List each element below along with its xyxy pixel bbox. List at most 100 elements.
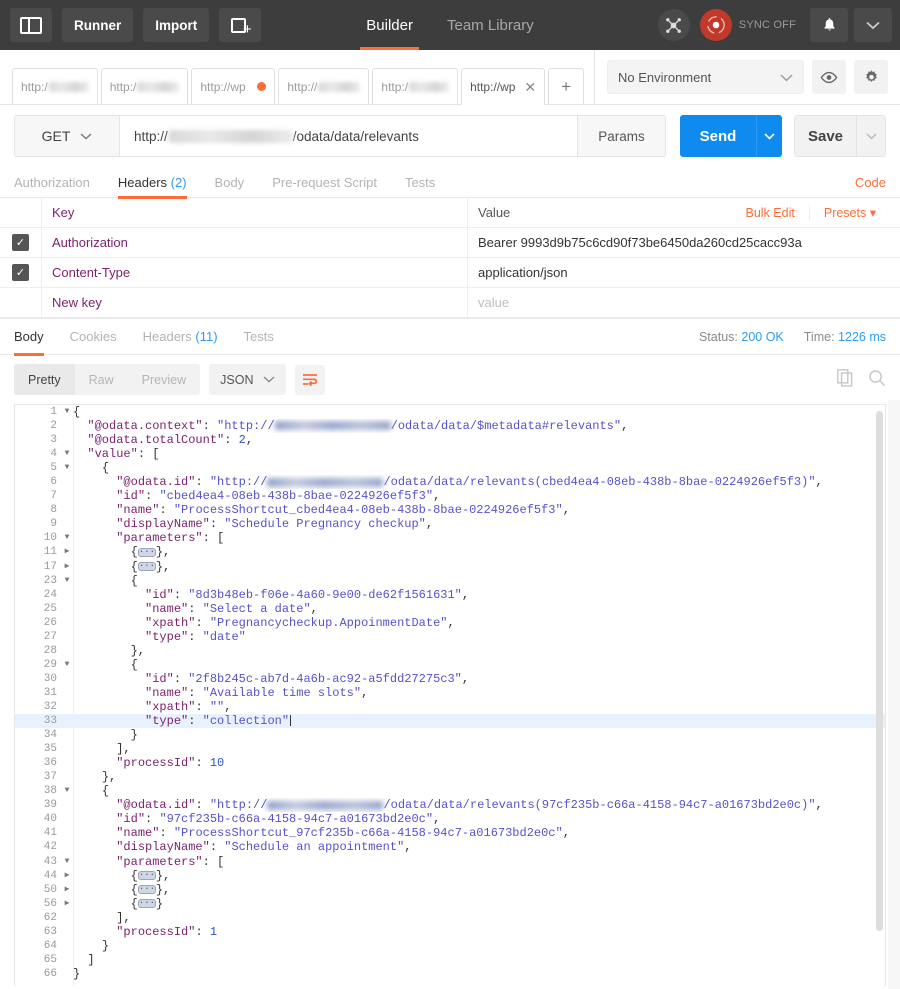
send-options-button[interactable] [756, 115, 782, 157]
code-line[interactable]: 2 "@odata.context": "http:// /odata/data/… [15, 419, 885, 433]
code-line[interactable]: 1 ▼{ [15, 405, 885, 419]
code-link[interactable]: Code [855, 175, 886, 190]
code-lines[interactable]: 1 ▼{2 "@odata.context": "http:///odata/da… [15, 405, 885, 981]
request-tab[interactable]: http://wp [191, 68, 276, 104]
header-value[interactable]: application/json [468, 258, 900, 287]
new-request-button[interactable]: + [219, 8, 262, 42]
view-mode-pretty[interactable]: Pretty [14, 364, 75, 395]
tab-authorization[interactable]: Authorization [14, 167, 90, 198]
request-tab[interactable]: http:/ [12, 68, 98, 104]
code-line[interactable]: 39 "@odata.id": "http:// /odata/data/rele… [15, 798, 885, 812]
request-tab[interactable]: http:/ [100, 68, 189, 104]
response-body-code-viewer[interactable]: 1 ▼{2 "@odata.context": "http:///odata/da… [14, 404, 886, 986]
code-line[interactable]: 56 ▶ {···} [15, 897, 885, 911]
fold-collapse-icon[interactable]: ▼ [61, 784, 73, 798]
fold-expand-icon[interactable]: ▶ [61, 560, 73, 574]
code-line[interactable]: 3 "@odata.totalCount": 2, [15, 433, 885, 447]
response-format-select[interactable]: JSON [209, 364, 287, 395]
row-checkbox[interactable]: ✓ [12, 234, 29, 251]
code-line[interactable]: 29 ▼ { [15, 658, 885, 672]
code-line[interactable]: 8 "name": "ProcessShortcut_cbed4ea4-08eb… [15, 503, 885, 517]
new-header-value-input[interactable]: value [468, 288, 900, 317]
code-line[interactable]: 7 "id": "cbed4ea4-08eb-438b-8bae-0224926… [15, 489, 885, 503]
save-button[interactable]: Save [794, 115, 856, 157]
request-tab[interactable]: http:// [278, 68, 370, 104]
params-button[interactable]: Params [578, 115, 666, 157]
code-line[interactable]: 65 ] [15, 953, 885, 967]
new-header-key-input[interactable]: New key [42, 288, 468, 317]
code-line[interactable]: 17 ▶ {···}, [15, 560, 885, 574]
code-line[interactable]: 38 ▼ { [15, 784, 885, 798]
code-line[interactable]: 44 ▶ {···}, [15, 869, 885, 883]
tab-team-library[interactable]: Team Library [447, 0, 534, 50]
request-tab[interactable]: http:/ [372, 68, 459, 104]
code-line[interactable]: 5 ▼ { [15, 461, 885, 475]
sidebar-toggle-button[interactable] [10, 8, 52, 42]
tab-tests[interactable]: Tests [405, 167, 435, 198]
fold-collapse-icon[interactable]: ▼ [61, 658, 73, 672]
import-button[interactable]: Import [143, 8, 210, 42]
presets-button[interactable]: Presets ▾ [808, 205, 876, 220]
code-line[interactable]: 64 } [15, 939, 885, 953]
environment-settings-button[interactable] [854, 60, 888, 94]
send-button[interactable]: Send [680, 115, 756, 157]
collapsed-object-widget[interactable]: ··· [137, 547, 156, 557]
fold-collapse-icon[interactable]: ▼ [61, 855, 73, 869]
header-key[interactable]: Content-Type [42, 258, 468, 287]
collapsed-object-widget[interactable]: ··· [137, 561, 156, 571]
fold-collapse-icon[interactable]: ▼ [61, 447, 73, 461]
fold-collapse-icon[interactable]: ▼ [61, 461, 73, 475]
code-line[interactable]: 30 "id": "2f8b245c-ab7d-4a6b-ac92-a5fdd2… [15, 672, 885, 686]
code-line[interactable]: 10 ▼ "parameters": [ [15, 531, 885, 545]
copy-button[interactable] [837, 369, 854, 390]
code-line[interactable]: 23 ▼ { [15, 574, 885, 588]
row-checkbox[interactable]: ✓ [12, 264, 29, 281]
code-line[interactable]: 6 "@odata.id": "http:// /odata/data/relev… [15, 475, 885, 489]
request-tab-active[interactable]: http://wp ✕ [461, 68, 546, 105]
environment-select[interactable]: No Environment [607, 60, 804, 94]
tab-response-body[interactable]: Body [14, 319, 44, 356]
code-line[interactable]: 36 "processId": 10 [15, 756, 885, 770]
code-line[interactable]: 62 ], [15, 911, 885, 925]
code-line[interactable]: 66} [15, 967, 885, 981]
code-line[interactable]: 42 "displayName": "Schedule an appointme… [15, 840, 885, 854]
environment-quick-look-button[interactable] [812, 60, 846, 94]
code-line[interactable]: 11 ▶ {···}, [15, 545, 885, 559]
http-method-select[interactable]: GET [14, 115, 119, 157]
fold-collapse-icon[interactable]: ▼ [61, 574, 73, 588]
page-scrollbar-track[interactable] [888, 400, 900, 989]
code-line[interactable]: 43 ▼ "parameters": [ [15, 855, 885, 869]
close-icon[interactable]: ✕ [520, 80, 536, 94]
bulk-edit-button[interactable]: Bulk Edit [746, 206, 795, 220]
account-menu-button[interactable] [854, 8, 892, 42]
tab-builder[interactable]: Builder [360, 0, 419, 50]
header-value[interactable]: Bearer 9993d9b75c6cd90f73be6450da260cd25… [468, 228, 900, 257]
fold-expand-icon[interactable]: ▶ [61, 869, 73, 883]
tab-headers[interactable]: Headers (2) [117, 167, 187, 199]
sync-status-button[interactable]: SYNC OFF [699, 9, 796, 41]
url-input[interactable]: http:// /odata/data/relevants [119, 115, 578, 157]
add-request-tab-button[interactable]: + [548, 68, 585, 104]
table-row[interactable]: ✓ Authorization Bearer 9993d9b75c6cd90f7… [0, 228, 900, 258]
tab-body[interactable]: Body [215, 167, 245, 198]
runner-button[interactable]: Runner [62, 8, 134, 42]
view-mode-raw[interactable]: Raw [75, 364, 128, 395]
table-row-new[interactable]: New key value [0, 288, 900, 318]
tab-response-cookies[interactable]: Cookies [70, 319, 117, 355]
code-scrollbar[interactable] [876, 411, 883, 931]
code-line[interactable]: 27 "type": "date" [15, 630, 885, 644]
code-line[interactable]: 31 "name": "Available time slots", [15, 686, 885, 700]
view-mode-preview[interactable]: Preview [128, 364, 200, 395]
fold-expand-icon[interactable]: ▶ [61, 883, 73, 897]
header-key[interactable]: Authorization [42, 228, 468, 257]
fold-collapse-icon[interactable]: ▼ [61, 405, 73, 419]
code-line[interactable]: 63 "processId": 1 [15, 925, 885, 939]
code-line[interactable]: 41 "name": "ProcessShortcut_97cf235b-c66… [15, 826, 885, 840]
code-line[interactable]: 50 ▶ {···}, [15, 883, 885, 897]
search-button[interactable] [868, 369, 886, 390]
wrap-lines-button[interactable] [295, 364, 326, 395]
code-line[interactable]: 4 ▼ "value": [ [15, 447, 885, 461]
code-line[interactable]: 35 ], [15, 742, 885, 756]
collapsed-object-widget[interactable]: ··· [137, 884, 156, 894]
tab-pre-request-script[interactable]: Pre-request Script [272, 167, 377, 198]
